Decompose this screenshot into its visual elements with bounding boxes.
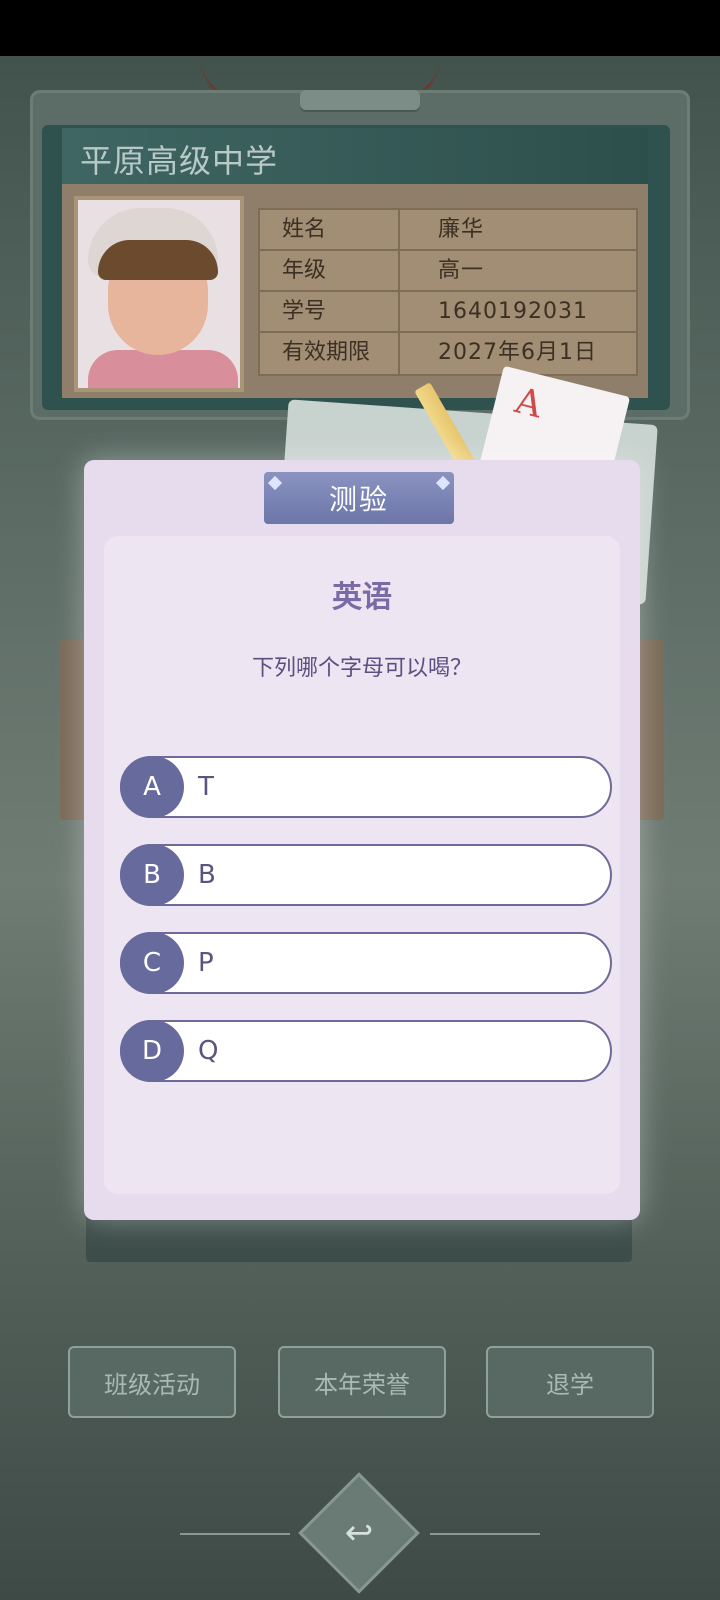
option-text: T <box>198 772 214 802</box>
info-row-name: 姓名 廉华 <box>260 210 636 251</box>
status-bar <box>0 0 720 56</box>
diamond-icon <box>267 475 283 491</box>
school-name: 平原高级中学 <box>80 142 279 180</box>
class-activity-button[interactable]: 班级活动 <box>68 1346 236 1418</box>
info-row-grade: 年级 高一 <box>260 251 636 292</box>
info-value: 高一 <box>438 258 485 283</box>
info-row-student-id: 学号 1640192031 <box>260 292 636 333</box>
option-key: A <box>120 756 184 818</box>
option-text: B <box>198 860 216 890</box>
answer-option-a[interactable]: A T <box>120 756 612 818</box>
quiz-title: 测验 <box>328 483 389 516</box>
info-value: 2027年6月1日 <box>438 340 597 365</box>
student-info-table: 姓名 廉华 年级 高一 学号 1640192031 有效期限 2027年6月1日 <box>258 208 638 376</box>
info-row-valid-until: 有效期限 2027年6月1日 <box>260 333 636 374</box>
info-label: 学号 <box>260 292 400 331</box>
info-value: 廉华 <box>438 217 485 242</box>
quiz-subject: 英语 <box>332 580 392 615</box>
answer-option-c[interactable]: C P <box>120 932 612 994</box>
info-label: 姓名 <box>260 210 400 249</box>
option-text: P <box>198 948 214 978</box>
info-label: 年级 <box>260 251 400 290</box>
shirt-shape <box>88 350 238 388</box>
annual-honors-button[interactable]: 本年荣誉 <box>278 1346 446 1418</box>
option-key: D <box>120 1020 184 1082</box>
info-label: 有效期限 <box>260 333 400 374</box>
quiz-title-tab: 测验 <box>264 472 454 524</box>
board-edge-right <box>636 640 664 820</box>
avatar <box>78 200 240 388</box>
info-value: 1640192031 <box>438 299 588 324</box>
hair-shape <box>98 240 218 280</box>
option-key: C <box>120 932 184 994</box>
card-clip <box>300 90 420 110</box>
quiz-question: 下列哪个字母可以喝？ <box>251 656 472 681</box>
divider <box>180 1533 290 1535</box>
drop-out-button[interactable]: 退学 <box>486 1346 654 1418</box>
option-key: B <box>120 844 184 906</box>
diamond-icon <box>435 475 451 491</box>
student-photo <box>74 196 244 392</box>
grade-letter: A <box>511 380 547 427</box>
option-text: Q <box>198 1036 219 1066</box>
back-arrow-icon: ↩ <box>344 1513 374 1553</box>
answer-option-d[interactable]: D Q <box>120 1020 612 1082</box>
divider <box>430 1533 540 1535</box>
answer-option-b[interactable]: B B <box>120 844 612 906</box>
